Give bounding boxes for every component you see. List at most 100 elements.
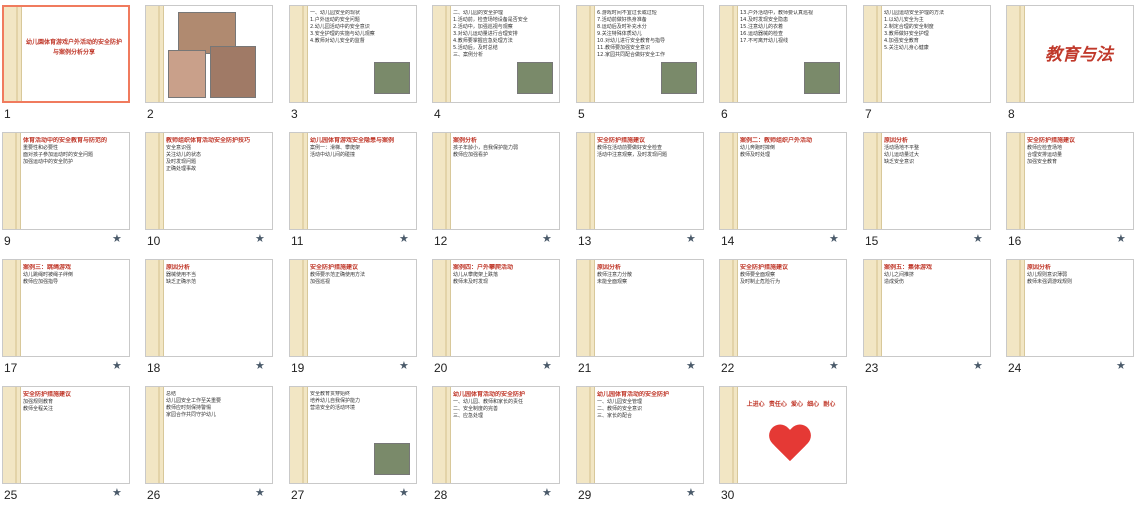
slide-thumbnail-9[interactable]: 体育活动中的安全教育与防范的 重要性和必要性 面对孩子参加运动时的安全问题 加强运动中…: [0, 129, 139, 257]
slide-preview[interactable]: 案例四：户外攀爬活动 幼儿从攀爬架上跌落 教师未及时发现: [432, 259, 560, 357]
decorative-border: [433, 6, 451, 102]
slide-preview[interactable]: 13.户外活动中，教师要认真巡视 14.及时发现安全隐患 15.注意幼儿的衣着 16.…: [719, 5, 847, 103]
slide-preview[interactable]: 体育活动中的安全教育与防范的 重要性和必要性 面对孩子参加运动时的安全问题 加强运动中…: [2, 132, 130, 230]
slide-text: 缺乏正确示范: [166, 279, 197, 285]
slide-heading: 幼儿園体育游戏户外活动的安全防护: [25, 39, 122, 46]
slide-thumbnail-16[interactable]: 安全防护措施建议 教师应检查场地 合理安排运动量 加强安全教育 16 ★: [1004, 129, 1141, 257]
decorative-border: [864, 6, 882, 102]
slide-preview[interactable]: 幼儿园运动安全护理的方法 1.以幼儿安全为主 2.制定合理的安全制度 3.教师做好安全…: [863, 5, 991, 103]
slide-thumbnail-15[interactable]: 原因分析 活动场地不平整 幼儿运动量过大 缺乏安全意识 15 ★: [861, 129, 1000, 257]
slide-thumbnail-18[interactable]: 原因分析 器械使用不当 缺乏正确示范 18 ★: [143, 256, 282, 384]
slide-text: 三、家长的配合: [597, 413, 633, 419]
slide-preview[interactable]: 幼儿園体育游戏户外活动的安全防护 与案例分析分享: [2, 5, 130, 103]
decorative-border: [146, 6, 164, 102]
slide-thumbnail-28[interactable]: 幼儿园体育活动的安全防护 一、幼儿园、教师和家长的责任 二、安全制度的完善 三、应急处…: [430, 383, 569, 511]
slide-preview[interactable]: 安全防护措施建议 教师要示范正确使用方法 加强巡视: [289, 259, 417, 357]
heart-icon: [768, 425, 812, 465]
slide-preview[interactable]: 一、幼儿园安全的现状 1.户外运动的安全问题 2.幼儿园活动中的安全意识 3.安全护理…: [289, 5, 417, 103]
slide-number: 28: [434, 488, 448, 502]
slide-number: 14: [721, 234, 735, 248]
slide-thumbnail-21[interactable]: 原因分析 教师注意力分散 未能全面观察 21 ★: [574, 256, 713, 384]
slide-text: 15.注意幼儿的衣着: [740, 24, 783, 30]
slide-text: 教师未强调游戏规则: [1027, 279, 1073, 285]
slide-text: 孩子年龄小，自我保护能力弱: [453, 145, 519, 151]
slide-preview[interactable]: 二、幼儿园的安全护理 1.活动前，检查场地设备是否安全 2.活动中，加强巡视与观察 3…: [432, 5, 560, 103]
slide-thumbnail-30[interactable]: 上进心 责任心 爱心 细心 耐心 30: [717, 383, 856, 511]
slide-thumbnail-11[interactable]: 幼儿园体育游戏安全隐患与案例 案例一：滑梯、攀爬架 活动中幼儿间的碰撞 11 ★: [287, 129, 426, 257]
slide-preview[interactable]: 原因分析 活动场地不平整 幼儿运动量过大 缺乏安全意识: [863, 132, 991, 230]
slide-thumbnail-10[interactable]: 教师组织体育活动安全防护技巧 安全意识强 关注幼儿的状态 及时发现问题 正确处理事故 10…: [143, 129, 282, 257]
slide-thumbnail-14[interactable]: 案例二：教师组织户外活动 幼儿奔跑时摔倒 教师及时处理 14 ★: [717, 129, 856, 257]
slide-text: 教师要全面观察: [740, 272, 776, 278]
slide-preview[interactable]: 安全防护措施建议 教师应检查场地 合理安排运动量 加强安全教育: [1006, 132, 1134, 230]
slide-text: 11.教师要加强安全意识: [597, 45, 650, 51]
slide-thumbnail-13[interactable]: 安全防护措施建议 教师在活动前要做好安全检查 活动中注意观察，及时发现问题 13 ★: [574, 129, 713, 257]
animation-star-icon: ★: [829, 359, 839, 372]
slide-preview[interactable]: 教师组织体育活动安全防护技巧 安全意识强 关注幼儿的状态 及时发现问题 正确处理事故: [145, 132, 273, 230]
photo-image: [168, 50, 206, 98]
slide-heading: 原因分析: [1027, 264, 1052, 271]
animation-star-icon: ★: [542, 232, 552, 245]
slide-preview[interactable]: 安全防护措施建议 加强规则教育 教师全程关注: [2, 386, 130, 484]
slide-thumbnail-19[interactable]: 安全防护措施建议 教师要示范正确使用方法 加强巡视 19 ★: [287, 256, 426, 384]
slide-text: 案例一：滑梯、攀爬架: [310, 145, 361, 151]
slide-preview[interactable]: 原因分析 幼儿规则意识薄弱 教师未强调游戏规则: [1006, 259, 1134, 357]
slide-preview[interactable]: 安全防护措施建议 教师要全面观察 及时制止危险行为: [719, 259, 847, 357]
decorative-border: [577, 6, 595, 102]
slide-heading: 幼儿园体育游戏安全隐患与案例: [310, 137, 395, 144]
slide-preview[interactable]: 总结 幼儿园安全工作至关重要 教师应时刻保持警惕 家园合作共同守护幼儿: [145, 386, 273, 484]
slide-preview[interactable]: 安全教育贯穿始终 培养幼儿自我保护能力 营造安全的活动环境: [289, 386, 417, 484]
slide-thumbnail-7[interactable]: 幼儿园运动安全护理的方法 1.以幼儿安全为主 2.制定合理的安全制度 3.教师做好安全…: [861, 2, 1000, 130]
slide-preview[interactable]: 6.游戏时间不宜过长或过短 7.活动前做好热身准备 8.运动后及时补充水分 9.关注特…: [576, 5, 704, 103]
slide-thumbnail-4[interactable]: 二、幼儿园的安全护理 1.活动前，检查场地设备是否安全 2.活动中，加强巡视与观察 3…: [430, 2, 569, 130]
slide-text: 4.加强安全教育: [884, 38, 919, 44]
slide-preview[interactable]: 案例分析 孩子年龄小，自我保护能力弱 教师应加强看护: [432, 132, 560, 230]
slide-thumbnail-2[interactable]: 2: [143, 2, 282, 130]
slide-thumbnail-5[interactable]: 6.游戏时间不宜过长或过短 7.活动前做好热身准备 8.运动后及时补充水分 9.关注特…: [574, 2, 713, 130]
slide-text: 加强运动中的安全防护: [23, 159, 74, 165]
slide-text: 及时制止危险行为: [740, 279, 781, 285]
slide-thumbnail-25[interactable]: 安全防护措施建议 加强规则教育 教师全程关注 25 ★: [0, 383, 139, 511]
slide-preview[interactable]: 幼儿园体育游戏安全隐患与案例 案例一：滑梯、攀爬架 活动中幼儿间的碰撞: [289, 132, 417, 230]
animation-star-icon: ★: [686, 232, 696, 245]
slide-preview[interactable]: 上进心 责任心 爱心 细心 耐心: [719, 386, 847, 484]
slide-preview[interactable]: 教育与法: [1006, 5, 1134, 103]
slide-text: 活动中幼儿间的碰撞: [310, 152, 356, 158]
decorative-border: [1007, 260, 1025, 356]
slide-preview[interactable]: 幼儿园体育活动的安全防护 一、幼儿园、教师和家长的责任 二、安全制度的完善 三、应急处…: [432, 386, 560, 484]
slide-thumbnail-1[interactable]: 幼儿園体育游戏户外活动的安全防护 与案例分析分享 1: [0, 2, 139, 130]
decorative-border: [433, 133, 451, 229]
slide-preview[interactable]: 安全防护措施建议 教师在活动前要做好安全检查 活动中注意观察，及时发现问题: [576, 132, 704, 230]
slide-preview[interactable]: 原因分析 教师注意力分散 未能全面观察: [576, 259, 704, 357]
slide-text: 培养幼儿自我保护能力: [310, 398, 361, 404]
slide-number: 7: [865, 107, 872, 121]
slide-text: 5.活动后，及时总结: [453, 45, 498, 51]
decorative-border: [720, 387, 738, 483]
slide-thumbnail-6[interactable]: 13.户外活动中，教师要认真巡视 14.及时发现安全隐患 15.注意幼儿的衣着 16.…: [717, 2, 856, 130]
slide-thumbnail-23[interactable]: 案例五：集体游戏 幼儿之间推挤 造成受伤 23 ★: [861, 256, 1000, 384]
slide-thumbnail-17[interactable]: 案例三：跳绳游戏 幼儿跳绳时被绳子绊倒 教师应加强指导 17 ★: [0, 256, 139, 384]
slide-number: 6: [721, 107, 728, 121]
slide-preview[interactable]: 原因分析 器械使用不当 缺乏正确示范: [145, 259, 273, 357]
slide-text: 活动中注意观察，及时发现问题: [597, 152, 668, 158]
slide-thumbnail-26[interactable]: 总结 幼儿园安全工作至关重要 教师应时刻保持警惕 家园合作共同守护幼儿 26 ★: [143, 383, 282, 511]
slide-preview[interactable]: 案例二：教师组织户外活动 幼儿奔跑时摔倒 教师及时处理: [719, 132, 847, 230]
slide-preview[interactable]: 案例三：跳绳游戏 幼儿跳绳时被绳子绊倒 教师应加强指导: [2, 259, 130, 357]
slide-text: 教师未及时发现: [453, 279, 489, 285]
slide-thumbnail-22[interactable]: 安全防护措施建议 教师要全面观察 及时制止危险行为 22 ★: [717, 256, 856, 384]
slide-thumbnail-29[interactable]: 幼儿园体育活动的安全防护 一、幼儿园安全管理 二、教师的安全意识 三、家长的配合 29 ★: [574, 383, 713, 511]
slide-preview[interactable]: 案例五：集体游戏 幼儿之间推挤 造成受伤: [863, 259, 991, 357]
slide-thumbnail-24[interactable]: 原因分析 幼儿规则意识薄弱 教师未强调游戏规则 24 ★: [1004, 256, 1141, 384]
slide-thumbnail-3[interactable]: 一、幼儿园安全的现状 1.户外运动的安全问题 2.幼儿园活动中的安全意识 3.安全护理…: [287, 2, 426, 130]
slide-preview[interactable]: [145, 5, 273, 103]
slide-thumbnail-20[interactable]: 案例四：户外攀爬活动 幼儿从攀爬架上跌落 教师未及时发现 20 ★: [430, 256, 569, 384]
decorative-border: [577, 260, 595, 356]
slide-thumbnail-12[interactable]: 案例分析 孩子年龄小，自我保护能力弱 教师应加强看护 12 ★: [430, 129, 569, 257]
slide-preview[interactable]: 幼儿园体育活动的安全防护 一、幼儿园安全管理 二、教师的安全意识 三、家长的配合: [576, 386, 704, 484]
slide-text: 幼儿从攀爬架上跌落: [453, 272, 499, 278]
slide-thumbnail-27[interactable]: 安全教育贯穿始终 培养幼儿自我保护能力 营造安全的活动环境 27 ★: [287, 383, 426, 511]
slide-thumbnail-8[interactable]: 教育与法 8: [1004, 2, 1141, 130]
slide-heading: 案例分析: [453, 137, 478, 144]
slide-text: 1.活动前，检查场地设备是否安全: [453, 17, 528, 23]
slide-text: 幼儿之间推挤: [884, 272, 915, 278]
